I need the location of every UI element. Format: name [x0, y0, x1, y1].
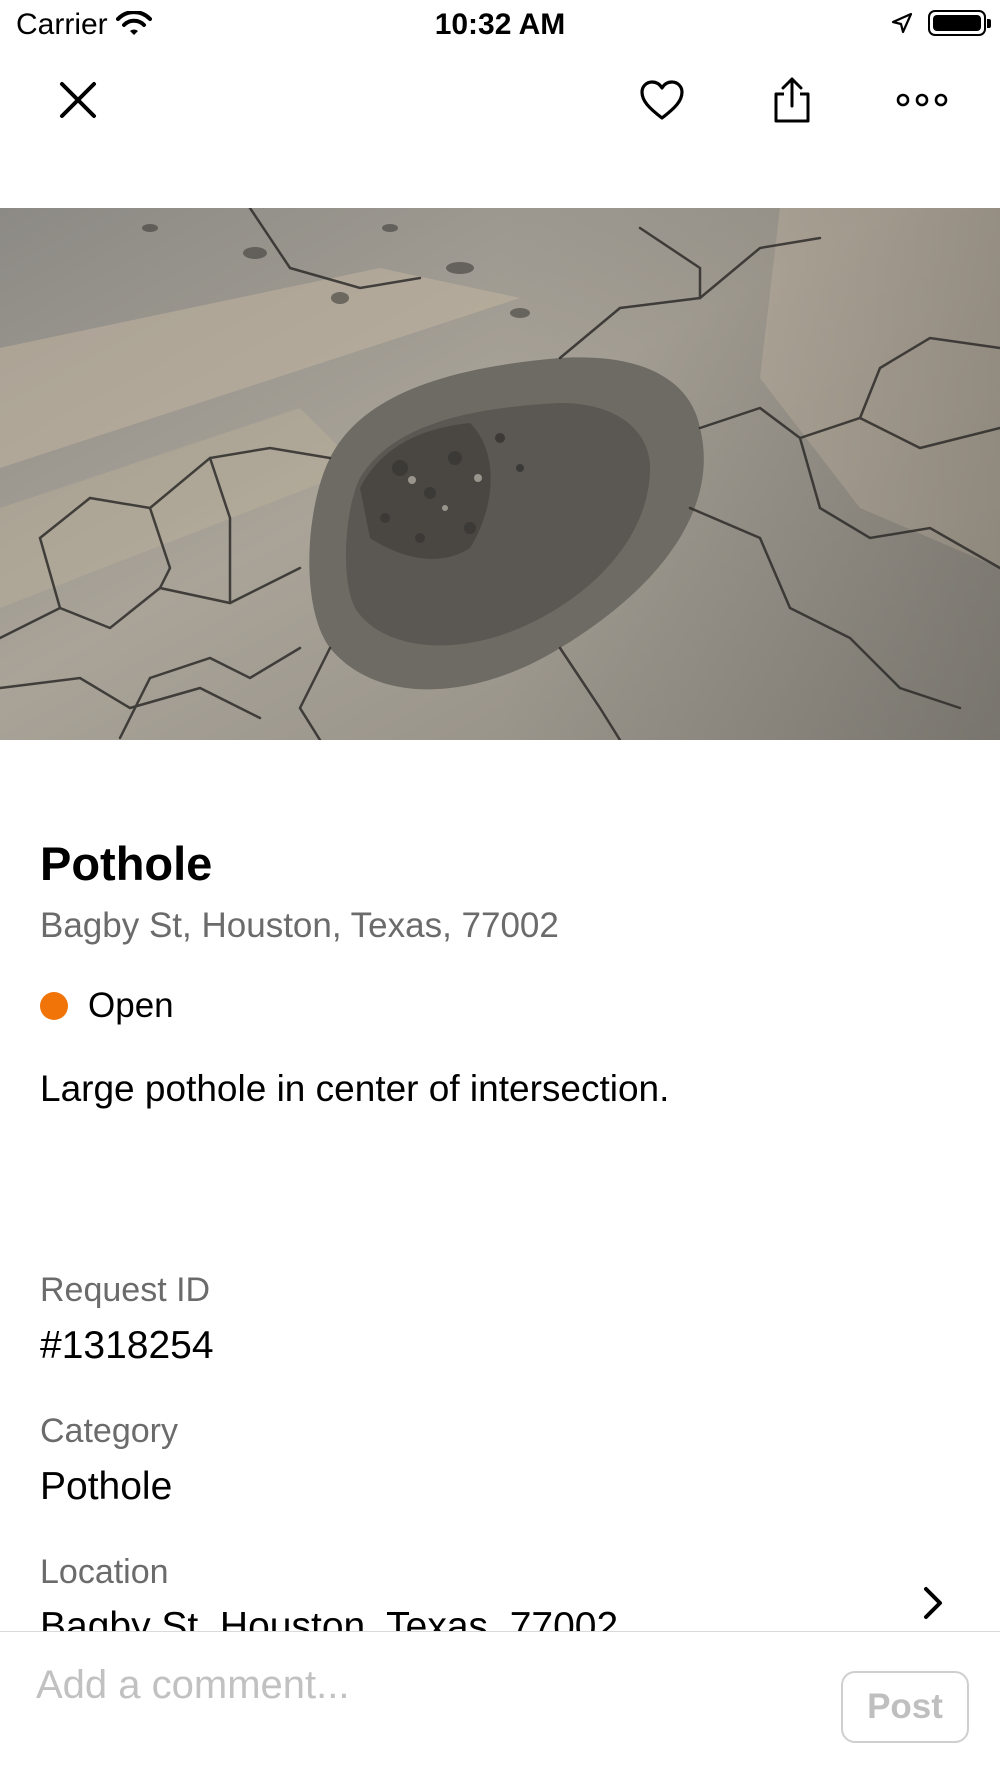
status-dot-icon [40, 992, 68, 1020]
heart-icon [640, 80, 684, 120]
share-button[interactable] [760, 68, 824, 132]
close-icon [60, 82, 96, 118]
more-button[interactable] [890, 68, 954, 132]
more-icon [896, 93, 948, 107]
category-label: Category [40, 1412, 178, 1450]
battery-icon [928, 10, 991, 36]
pothole-photo-image [0, 208, 1000, 740]
comment-input[interactable] [34, 1654, 818, 1716]
location-row[interactable]: Bagby St, Houston, Texas, 77002 [0, 1560, 1000, 1631]
request-address: Bagby St, Houston, Texas, 77002 [40, 906, 559, 945]
request-title: Pothole [40, 837, 213, 890]
request-id-value: #1318254 [40, 1324, 214, 1367]
nav-bar [0, 60, 1000, 140]
close-button[interactable] [46, 68, 110, 132]
status-label: Open [88, 986, 174, 1025]
location-arrow-icon [891, 12, 913, 34]
location-value: Bagby St, Houston, Texas, 77002 [40, 1605, 619, 1631]
status-row: Open [40, 986, 174, 1026]
chevron-right-icon[interactable] [920, 1585, 948, 1621]
status-time: 10:32 AM [434, 8, 566, 41]
request-photo[interactable] [0, 208, 1000, 740]
request-description: Large pothole in center of intersection. [40, 1068, 670, 1109]
share-icon [774, 77, 810, 123]
status-bar: Carrier 10:32 AM [0, 0, 1000, 50]
request-id-label: Request ID [40, 1271, 211, 1309]
category-value: Pothole [40, 1465, 173, 1508]
status-indicators [890, 10, 991, 36]
favorite-button[interactable] [630, 68, 694, 132]
post-button[interactable]: Post [841, 1671, 969, 1743]
comment-bar: Post [0, 1631, 1000, 1779]
